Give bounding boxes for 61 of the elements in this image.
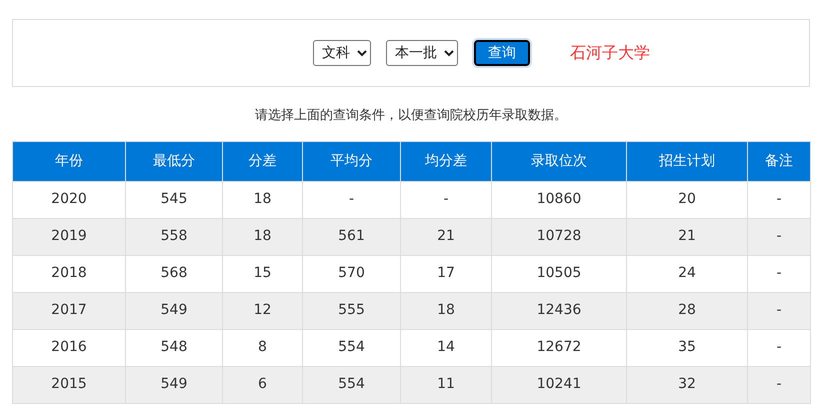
table-cell: 549 <box>126 292 222 329</box>
table-cell: 18 <box>222 181 302 218</box>
table-cell: 10728 <box>492 218 626 255</box>
table-cell: 549 <box>126 366 222 403</box>
table-cell: 21 <box>400 218 492 255</box>
table-cell: 554 <box>302 329 400 366</box>
table-cell: 2020 <box>12 181 126 218</box>
column-header: 备注 <box>748 141 810 181</box>
table-cell: 35 <box>626 329 748 366</box>
table-cell: 14 <box>400 329 492 366</box>
table-cell: 12 <box>222 292 302 329</box>
table-cell: 10241 <box>492 366 626 403</box>
table-cell: 561 <box>302 218 400 255</box>
table-cell: - <box>748 329 810 366</box>
table-cell: 548 <box>126 329 222 366</box>
subject-select[interactable]: 文科 <box>313 40 371 66</box>
school-name: 石河子大学 <box>570 42 650 64</box>
table-cell: 18 <box>400 292 492 329</box>
table-cell: 558 <box>126 218 222 255</box>
table-cell: 17 <box>400 255 492 292</box>
column-header: 均分差 <box>400 141 492 181</box>
table-cell: 2016 <box>12 329 126 366</box>
table-cell: 21 <box>626 218 748 255</box>
column-header: 平均分 <box>302 141 400 181</box>
table-cell: - <box>748 181 810 218</box>
table-cell: 24 <box>626 255 748 292</box>
table-cell: 568 <box>126 255 222 292</box>
table-cell: 6 <box>222 366 302 403</box>
table-cell: 15 <box>222 255 302 292</box>
table-cell: - <box>748 366 810 403</box>
table-cell: 2015 <box>12 366 126 403</box>
query-button[interactable]: 查询 <box>474 40 530 66</box>
hint-text: 请选择上面的查询条件，以便查询院校历年录取数据。 <box>255 108 567 123</box>
table-cell: 2017 <box>12 292 126 329</box>
table-cell: - <box>748 292 810 329</box>
table-cell: 2019 <box>12 218 126 255</box>
table-cell: 28 <box>626 292 748 329</box>
table-cell: 2018 <box>12 255 126 292</box>
table-cell: - <box>302 181 400 218</box>
table-cell: 555 <box>302 292 400 329</box>
table-cell: - <box>400 181 492 218</box>
table-cell: 20 <box>626 181 748 218</box>
table-cell: 11 <box>400 366 492 403</box>
table-cell: 18 <box>222 218 302 255</box>
table-cell: 8 <box>222 329 302 366</box>
table-cell: 32 <box>626 366 748 403</box>
table-cell: 12672 <box>492 329 626 366</box>
table-cell: 554 <box>302 366 400 403</box>
table-cell: - <box>748 218 810 255</box>
table-cell: 10860 <box>492 181 626 218</box>
table-cell: 10505 <box>492 255 626 292</box>
table-cell: - <box>748 255 810 292</box>
column-header: 录取位次 <box>492 141 626 181</box>
column-header: 招生计划 <box>626 141 748 181</box>
table-cell: 570 <box>302 255 400 292</box>
column-header: 分差 <box>222 141 302 181</box>
table-cell: 12436 <box>492 292 626 329</box>
column-header: 最低分 <box>126 141 222 181</box>
table-cell: 545 <box>126 181 222 218</box>
batch-select[interactable]: 本一批 <box>386 40 458 66</box>
column-header: 年份 <box>12 141 126 181</box>
